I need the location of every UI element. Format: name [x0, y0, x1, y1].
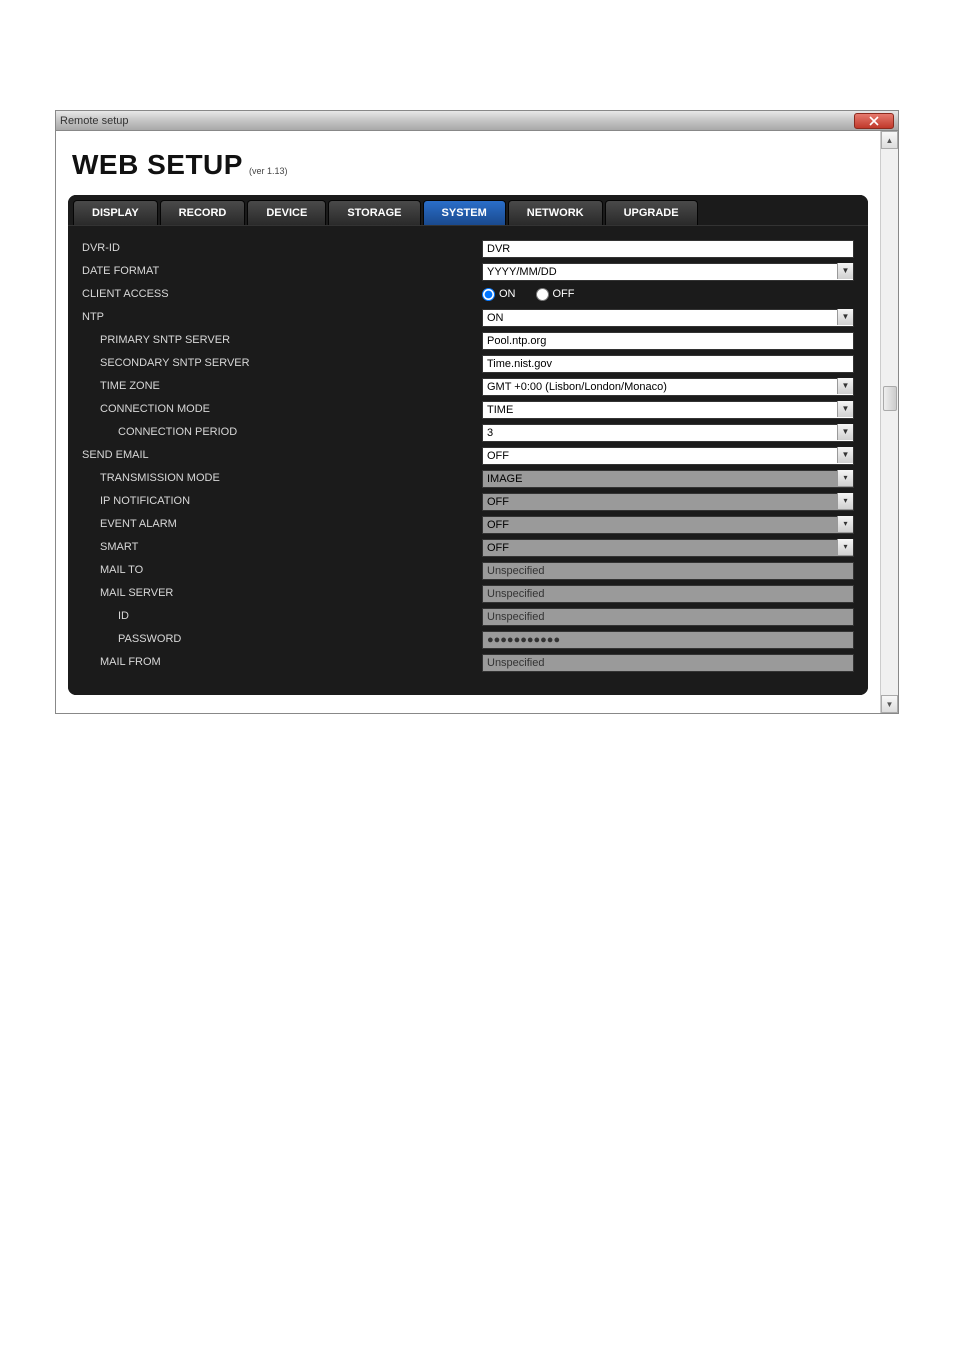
mail-server-input [482, 585, 854, 603]
time-zone-select[interactable] [482, 378, 854, 396]
dvr-id-input[interactable] [482, 240, 854, 258]
tab-network[interactable]: NETWORK [508, 200, 603, 225]
scroll-thumb[interactable] [883, 386, 897, 411]
close-icon [869, 116, 879, 126]
password-input [482, 631, 854, 649]
ntp-select[interactable] [482, 309, 854, 327]
label-dvr-id: DVR-ID [82, 239, 482, 257]
label-date-format: DATE FORMAT [82, 262, 482, 280]
scroll-down-button[interactable]: ▼ [881, 695, 898, 713]
smart-select [482, 539, 854, 557]
send-email-select[interactable] [482, 447, 854, 465]
label-secondary-sntp: SECONDARY SNTP SERVER [82, 354, 482, 372]
label-connection-period: CONNECTION PERIOD [82, 423, 482, 441]
window: Remote setup WEB SETUP (ver 1.13) DISPLA… [55, 110, 899, 714]
label-transmission-mode: TRANSMISSION MODE [82, 469, 482, 487]
label-event-alarm: EVENT ALARM [82, 515, 482, 533]
content: WEB SETUP (ver 1.13) DISPLAY RECORD DEVI… [56, 131, 898, 713]
window-title: Remote setup [60, 115, 128, 127]
event-alarm-select [482, 516, 854, 534]
client-access-off[interactable]: OFF [536, 288, 575, 301]
tab-device[interactable]: DEVICE [247, 200, 326, 225]
primary-sntp-input[interactable] [482, 332, 854, 350]
label-client-access: CLIENT ACCESS [82, 285, 482, 303]
tab-storage[interactable]: STORAGE [328, 200, 420, 225]
version-label: (ver 1.13) [249, 166, 288, 176]
label-time-zone: TIME ZONE [82, 377, 482, 395]
label-send-email: SEND EMAIL [82, 446, 482, 464]
label-primary-sntp: PRIMARY SNTP SERVER [82, 331, 482, 349]
scrollbar[interactable]: ▲ ▼ [880, 131, 898, 713]
label-connection-mode: CONNECTION MODE [82, 400, 482, 418]
scroll-up-button[interactable]: ▲ [881, 131, 898, 149]
tab-body: DVR-ID DATE FORMAT ▼ CLIENT ACCESS [68, 225, 868, 695]
transmission-mode-select [482, 470, 854, 488]
label-ntp: NTP [82, 308, 482, 326]
mail-to-input [482, 562, 854, 580]
id-input [482, 608, 854, 626]
ip-notification-select [482, 493, 854, 511]
close-button[interactable] [854, 113, 894, 129]
label-password: PASSWORD [82, 630, 482, 648]
settings-panel: DISPLAY RECORD DEVICE STORAGE SYSTEM NET… [68, 195, 868, 695]
titlebar: Remote setup [56, 111, 898, 131]
page-header: WEB SETUP (ver 1.13) [68, 149, 868, 181]
label-mail-server: MAIL SERVER [82, 584, 482, 602]
secondary-sntp-input[interactable] [482, 355, 854, 373]
mail-from-input [482, 654, 854, 672]
tab-record[interactable]: RECORD [160, 200, 246, 225]
radio-off[interactable] [536, 288, 549, 301]
tab-display[interactable]: DISPLAY [73, 200, 158, 225]
page-title: WEB SETUP [72, 149, 243, 181]
label-id: ID [82, 607, 482, 625]
tab-system[interactable]: SYSTEM [423, 200, 506, 225]
tab-bar: DISPLAY RECORD DEVICE STORAGE SYSTEM NET… [68, 195, 868, 225]
tab-upgrade[interactable]: UPGRADE [605, 200, 698, 225]
label-mail-to: MAIL TO [82, 561, 482, 579]
label-smart: SMART [82, 538, 482, 556]
client-access-on[interactable]: ON [482, 288, 516, 301]
label-mail-from: MAIL FROM [82, 653, 482, 671]
label-ip-notification: IP NOTIFICATION [82, 492, 482, 510]
connection-period-select[interactable] [482, 424, 854, 442]
radio-on[interactable] [482, 288, 495, 301]
connection-mode-select[interactable] [482, 401, 854, 419]
date-format-select[interactable] [482, 263, 854, 281]
